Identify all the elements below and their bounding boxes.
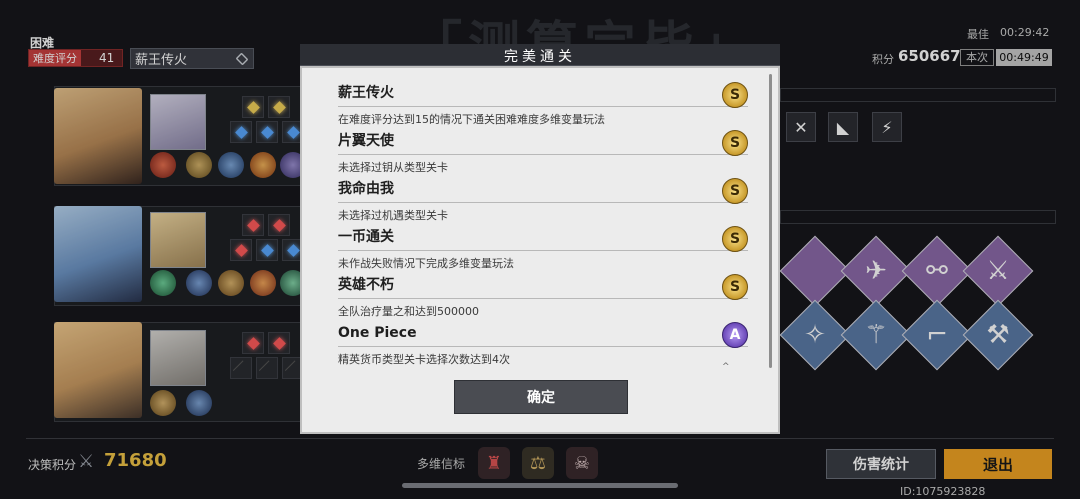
s-medal-icon: S xyxy=(722,130,748,156)
achievement-item: 薪王传火 S 在难度评分达到15的情况下通关困难难度多维变量玩法 xyxy=(338,82,748,127)
achievement-desc: 未选择过钥从类型关卡 xyxy=(338,161,448,174)
achievement-name: 片翼天使 xyxy=(338,133,394,149)
divider xyxy=(338,298,748,299)
divider xyxy=(338,202,748,203)
achievement-item: 片翼天使 S 未选择过钥从类型关卡 xyxy=(338,130,748,175)
a-medal-icon: A xyxy=(722,322,748,348)
achievement-desc: 未作战失败情况下完成多维变量玩法 xyxy=(338,257,514,270)
s-medal-icon: S xyxy=(722,226,748,252)
achievement-desc: 精英货币类型关卡选择次数达到4次 xyxy=(338,353,510,366)
s-medal-icon: S xyxy=(722,178,748,204)
s-medal-icon: S xyxy=(722,274,748,300)
achievement-item: One Piece A 精英货币类型关卡选择次数达到4次 xyxy=(338,322,748,367)
divider xyxy=(338,250,748,251)
scrollbar[interactable] xyxy=(769,74,772,368)
achievement-name: 我命由我 xyxy=(338,181,394,197)
achievement-desc: 全队治疗量之和达到500000 xyxy=(338,305,479,318)
confirm-button[interactable]: 确定 xyxy=(454,380,628,414)
achievement-name: 一币通关 xyxy=(338,229,394,245)
achievement-desc: 在难度评分达到15的情况下通关困难难度多维变量玩法 xyxy=(338,113,605,126)
divider xyxy=(338,154,748,155)
modal-title: 完美通关 xyxy=(504,49,576,65)
home-indicator[interactable] xyxy=(402,483,678,488)
achievement-item: 英雄不朽 S 全队治疗量之和达到500000 xyxy=(338,274,748,319)
divider xyxy=(338,346,748,347)
achievement-name: 英雄不朽 xyxy=(338,277,394,293)
achievement-modal: 薪王传火 S 在难度评分达到15的情况下通关困难难度多维变量玩法 片翼天使 S … xyxy=(300,66,780,434)
achievement-desc: 未选择过机遇类型关卡 xyxy=(338,209,448,222)
achievement-item: 我命由我 S 未选择过机遇类型关卡 xyxy=(338,178,748,223)
s-medal-icon: S xyxy=(722,82,748,108)
divider xyxy=(338,106,748,107)
scroll-more-icon: ^ xyxy=(722,362,730,372)
achievement-name: 薪王传火 xyxy=(338,85,394,101)
achievement-name: One Piece xyxy=(338,325,417,341)
achievement-item: 一币通关 S 未作战失败情况下完成多维变量玩法 xyxy=(338,226,748,271)
